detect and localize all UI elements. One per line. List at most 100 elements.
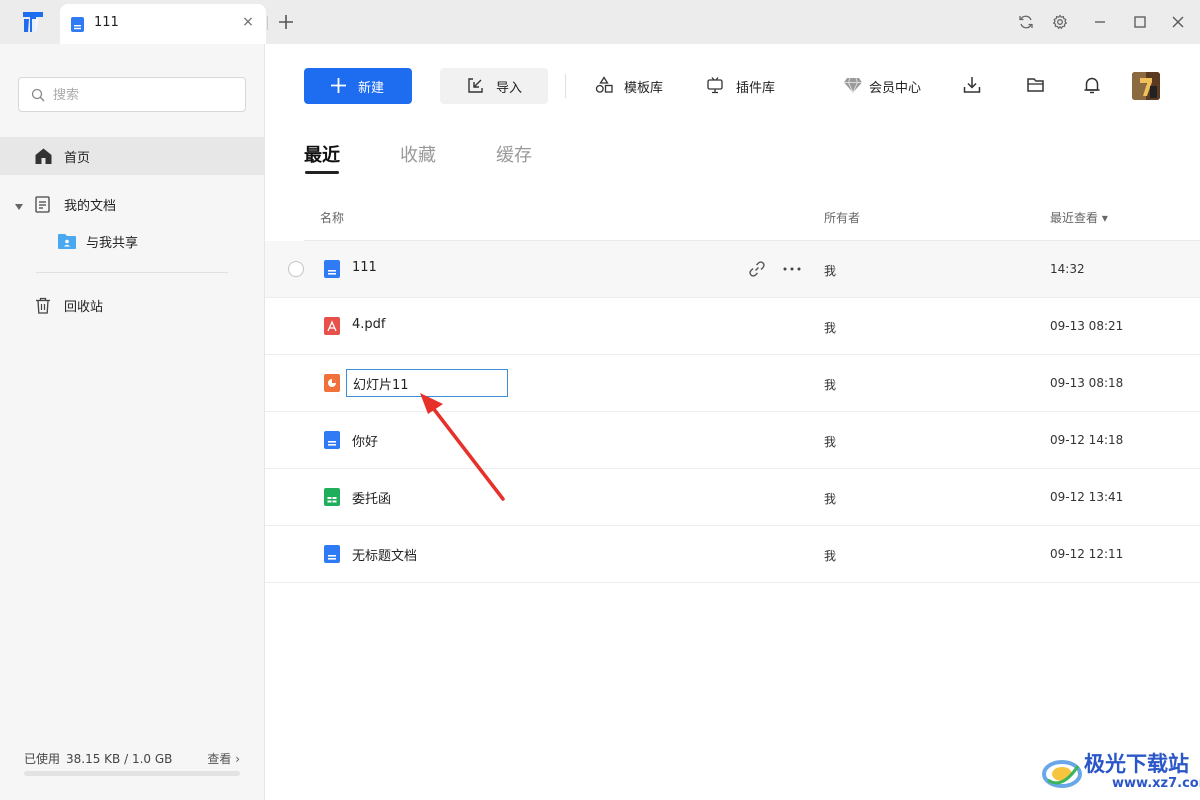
storage-view-link[interactable]: 查看 › xyxy=(207,750,240,767)
sidebar-item-label: 首页 xyxy=(64,151,91,166)
templates-button[interactable]: 模板库 xyxy=(595,75,670,97)
rename-file-input[interactable] xyxy=(346,369,508,397)
sidebar-item-recycle-bin[interactable]: 回收站 xyxy=(0,286,264,324)
file-time: 14:32 xyxy=(1050,262,1085,276)
file-time: 09-13 08:18 xyxy=(1050,376,1124,390)
plugin-icon xyxy=(706,76,724,98)
download-icon[interactable] xyxy=(962,75,984,97)
tab-recent[interactable]: 最近 xyxy=(304,141,340,167)
toolbar-divider xyxy=(565,74,566,98)
user-avatar[interactable] xyxy=(1132,72,1160,100)
settings-gear-icon[interactable] xyxy=(1050,12,1070,32)
shared-folder-icon xyxy=(58,233,76,253)
sidebar-item-label: 回收站 xyxy=(64,300,104,315)
sheet-file-icon xyxy=(323,488,341,506)
file-name[interactable]: 4.pdf xyxy=(352,317,385,332)
sidebar-item-home[interactable]: 首页 xyxy=(0,137,264,175)
file-name[interactable]: 111 xyxy=(352,260,377,275)
watermark-url: www.xz7.com xyxy=(1112,776,1200,791)
file-owner: 我 xyxy=(824,321,837,335)
table-row[interactable]: 委托函 我 09-12 13:41 xyxy=(265,469,1200,526)
minimize-icon[interactable] xyxy=(1090,12,1110,32)
sidebar-item-my-docs[interactable]: 我的文档 xyxy=(0,185,264,223)
table-row[interactable]: 我 09-13 08:18 xyxy=(265,355,1200,412)
sidebar-divider xyxy=(36,272,228,273)
tab-111[interactable]: 111 × xyxy=(60,4,266,44)
storage-bar xyxy=(24,771,240,776)
file-time: 09-12 13:41 xyxy=(1050,490,1124,504)
column-header-recent[interactable]: 最近查看 ▾ xyxy=(1050,209,1108,226)
tab-divider xyxy=(267,16,268,30)
ppt-file-icon xyxy=(323,374,341,392)
doc-file-icon xyxy=(323,545,341,563)
import-icon xyxy=(467,77,484,98)
file-time: 09-13 08:21 xyxy=(1050,319,1124,333)
document-icon xyxy=(71,17,84,36)
watermark: 极光下载站 www.xz7.com xyxy=(1040,746,1200,800)
document-outline-icon xyxy=(35,196,50,217)
file-name[interactable]: 你好 xyxy=(352,431,378,450)
file-name[interactable]: 委托函 xyxy=(352,488,391,507)
diamond-icon xyxy=(843,76,863,98)
doc-file-icon xyxy=(323,431,341,449)
table-row[interactable]: 无标题文档 我 09-12 12:11 xyxy=(265,526,1200,583)
row-select-checkbox[interactable] xyxy=(288,261,304,277)
sidebar-item-shared[interactable]: 与我共享 xyxy=(0,224,264,258)
tab-cache[interactable]: 缓存 xyxy=(496,141,532,167)
app-logo-icon[interactable] xyxy=(18,10,48,34)
templates-label: 模板库 xyxy=(624,81,664,96)
new-tab-icon[interactable] xyxy=(276,12,296,32)
storage-used-value: 38.15 KB / 1.0 GB xyxy=(66,752,173,766)
import-button[interactable]: 导入 xyxy=(440,68,548,104)
column-header-owner[interactable]: 所有者 xyxy=(824,209,860,226)
plus-icon xyxy=(330,77,347,98)
more-options-icon[interactable] xyxy=(781,260,803,278)
sidebar: 首页 我的文档 与我共享 回收站 已使用 38.15 KB / 1.0 GB 查看… xyxy=(0,44,265,800)
title-bar: 111 × xyxy=(0,0,1200,44)
tab-title: 111 xyxy=(94,15,119,30)
template-shapes-icon xyxy=(595,76,613,98)
file-owner: 我 xyxy=(824,549,837,563)
storage-used-label: 已使用 xyxy=(24,752,61,766)
caret-down-icon[interactable] xyxy=(14,200,24,215)
pdf-file-icon xyxy=(323,317,341,335)
table-row[interactable]: 你好 我 09-12 14:18 xyxy=(265,412,1200,469)
sidebar-item-label: 我的文档 xyxy=(64,199,117,214)
home-icon xyxy=(35,148,52,168)
file-owner: 我 xyxy=(824,378,837,392)
sync-icon[interactable] xyxy=(1016,12,1036,32)
maximize-icon[interactable] xyxy=(1130,12,1150,32)
folder-open-icon[interactable] xyxy=(1026,75,1048,97)
file-owner: 我 xyxy=(824,264,837,278)
search-icon xyxy=(31,88,45,106)
vip-center-label: 会员中心 xyxy=(869,81,922,96)
new-button[interactable]: 新建 xyxy=(304,68,412,104)
plugins-button[interactable]: 插件库 xyxy=(706,75,781,97)
file-owner: 我 xyxy=(824,492,837,506)
bell-icon[interactable] xyxy=(1082,75,1104,97)
tab-close-icon[interactable]: × xyxy=(238,12,258,32)
close-window-icon[interactable] xyxy=(1168,12,1188,32)
new-button-label: 新建 xyxy=(358,81,385,96)
file-time: 09-12 14:18 xyxy=(1050,433,1124,447)
import-button-label: 导入 xyxy=(496,81,523,96)
trash-icon xyxy=(35,297,51,318)
column-header-name[interactable]: 名称 xyxy=(320,209,344,226)
watermark-text: 极光下载站 xyxy=(1084,752,1189,776)
file-owner: 我 xyxy=(824,435,837,449)
table-row[interactable]: 4.pdf 我 09-13 08:21 xyxy=(265,298,1200,355)
file-name[interactable]: 无标题文档 xyxy=(352,545,417,564)
plugins-label: 插件库 xyxy=(736,81,776,96)
watermark-logo-icon xyxy=(1042,760,1082,788)
file-time: 09-12 12:11 xyxy=(1050,547,1124,561)
tab-favorites[interactable]: 收藏 xyxy=(400,141,436,167)
search-input[interactable] xyxy=(53,84,233,106)
vip-center-button[interactable]: 会员中心 xyxy=(843,75,933,97)
sidebar-item-label: 与我共享 xyxy=(86,236,139,251)
table-row[interactable]: 111 我 14:32 xyxy=(265,241,1200,298)
doc-file-icon xyxy=(323,260,341,278)
active-tab-indicator xyxy=(305,171,339,174)
search-box[interactable] xyxy=(18,77,246,112)
storage-usage: 已使用 38.15 KB / 1.0 GB 查看 › xyxy=(24,750,240,776)
link-icon[interactable] xyxy=(748,260,766,278)
